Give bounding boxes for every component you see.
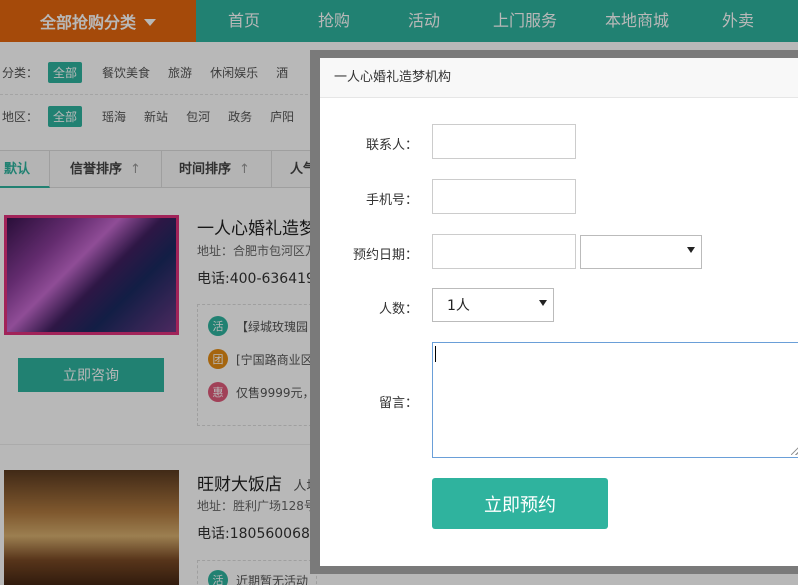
phone-input[interactable] <box>432 179 576 214</box>
message-label: 留言： <box>378 396 418 411</box>
reservation-dialog: 一人心婚礼造梦机构 联系人： 手机号： 预约日期： 人数： 1人 留言： 立即预… <box>320 58 798 566</box>
time-select[interactable] <box>580 235 702 269</box>
people-select-value: 1人 <box>447 298 470 314</box>
reservation-dialog-frame: 一人心婚礼造梦机构 联系人： 手机号： 预约日期： 人数： 1人 留言： 立即预… <box>310 50 798 574</box>
dialog-title: 一人心婚礼造梦机构 <box>320 58 798 98</box>
date-label: 预约日期： <box>352 248 418 263</box>
phone-label: 手机号： <box>365 193 418 208</box>
text-caret <box>435 346 436 362</box>
contact-label: 联系人： <box>365 138 418 153</box>
resize-handle-icon[interactable] <box>791 447 798 455</box>
submit-reservation-button[interactable]: 立即预约 <box>432 478 608 529</box>
chevron-down-icon <box>687 247 695 253</box>
message-textarea[interactable] <box>432 342 798 458</box>
people-label: 人数： <box>378 302 418 317</box>
people-select[interactable]: 1人 <box>432 288 554 322</box>
date-input[interactable] <box>432 234 576 269</box>
chevron-down-icon <box>539 300 547 306</box>
contact-input[interactable] <box>432 124 576 159</box>
